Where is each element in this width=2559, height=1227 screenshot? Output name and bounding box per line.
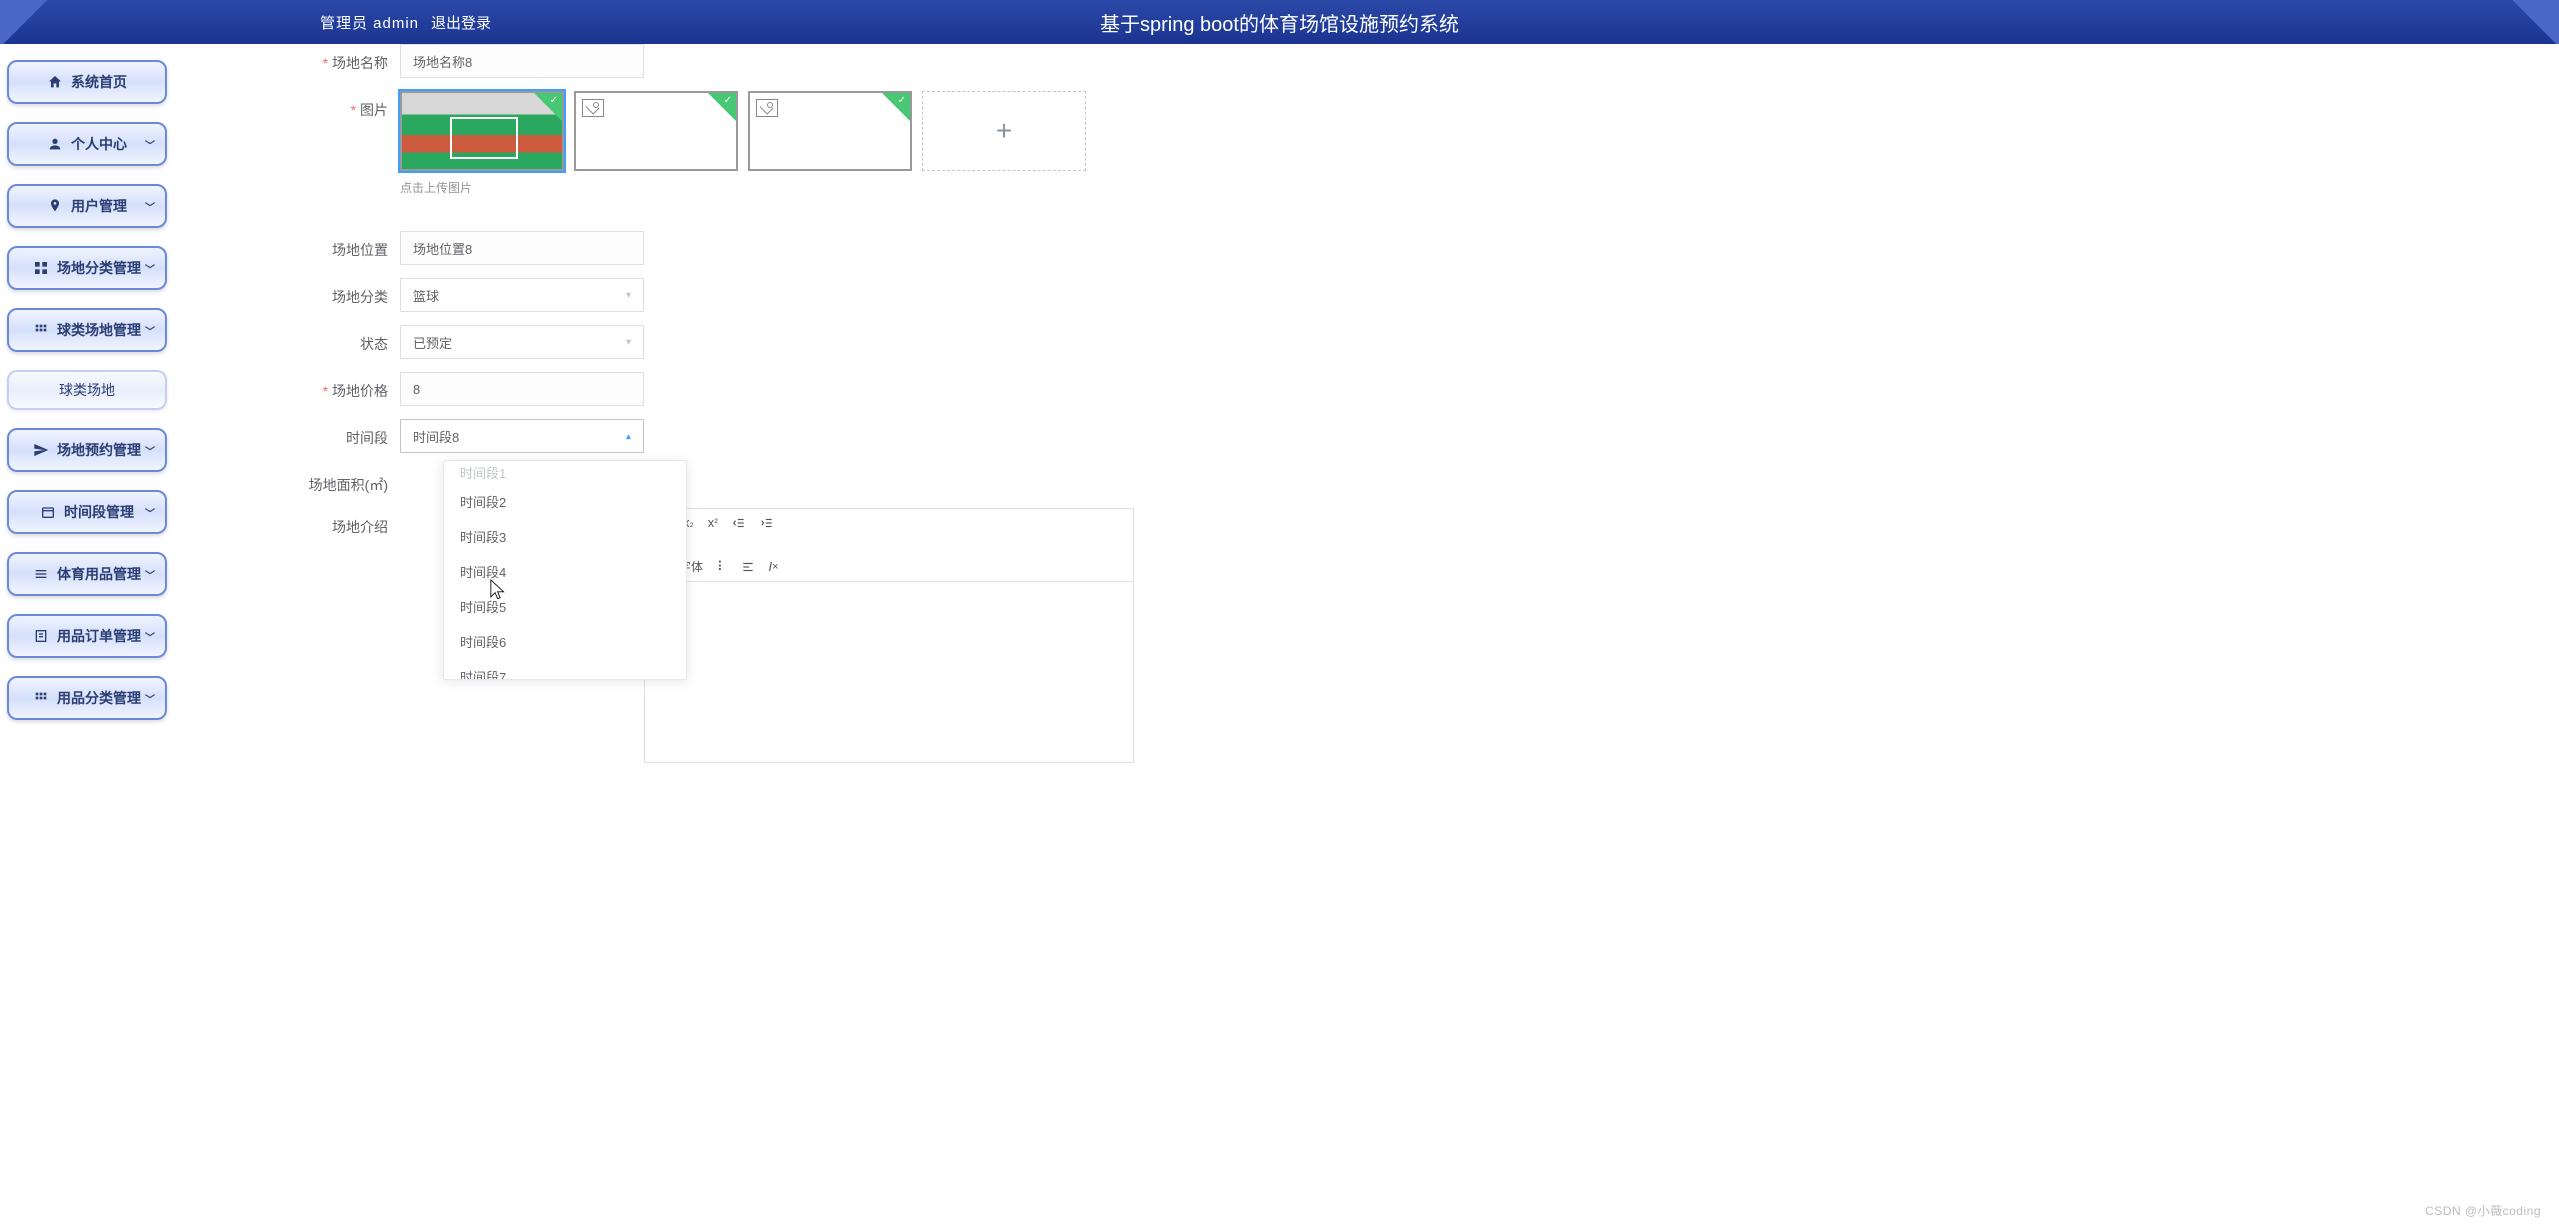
- sidebar-item-profile[interactable]: 个人中心 ﹀: [7, 122, 167, 166]
- sidebar-item-label: 体育用品管理: [57, 564, 141, 584]
- dropdown-option[interactable]: 时间段5: [444, 589, 686, 624]
- venue-price-input[interactable]: [400, 372, 644, 406]
- superscript-icon[interactable]: x²: [708, 515, 718, 530]
- timeslot-dropdown: 时间段1 时间段2 时间段3 时间段4 时间段5 时间段6 时间段7 时间段8: [443, 460, 687, 680]
- dropdown-option[interactable]: 时间段1: [444, 461, 686, 484]
- list-icon: [33, 566, 49, 582]
- chevron-down-icon: ﹀: [145, 261, 155, 276]
- sidebar: 系统首页 个人中心 ﹀ 用户管理 ﹀ 场地分类管理 ﹀ 球类场地管理 ﹀ 球类场…: [7, 60, 167, 738]
- chevron-down-icon: ﹀: [145, 691, 155, 706]
- font-size-icon[interactable]: ⠇: [717, 559, 727, 575]
- sidebar-item-label: 时间段管理: [64, 502, 134, 522]
- top-banner: 管理员 admin 退出登录 基于spring boot的体育场馆设施预约系统: [0, 0, 2559, 44]
- chevron-down-icon: ﹀: [145, 629, 155, 644]
- indent-icon[interactable]: [760, 516, 774, 530]
- send-icon: [33, 442, 49, 458]
- select-value: 篮球: [413, 286, 439, 305]
- label-category: 场地分类: [270, 278, 400, 307]
- label-status: 状态: [270, 325, 400, 354]
- label-intro: 场地介绍: [270, 508, 400, 537]
- image-thumb-3[interactable]: ✓: [748, 91, 912, 171]
- dropdown-option[interactable]: 时间段6: [444, 624, 686, 659]
- image-thumb-2[interactable]: ✓: [574, 91, 738, 171]
- watermark-text: CSDN @小薇coding: [2425, 1202, 2541, 1219]
- dropdown-option[interactable]: 时间段2: [444, 484, 686, 519]
- chevron-down-icon: ﹀: [145, 505, 155, 520]
- person-icon: [47, 136, 63, 152]
- venue-location-input[interactable]: [400, 231, 644, 265]
- chevron-down-icon: ﹀: [145, 323, 155, 338]
- rich-editor: x₂ x² 标准字体 ⠇ I×: [644, 508, 1134, 763]
- chevron-down-icon: ▾: [626, 290, 631, 301]
- sidebar-item-label: 场地分类管理: [57, 258, 141, 278]
- grid-icon: [33, 260, 49, 276]
- upload-hint: 点击上传图片: [400, 179, 1086, 196]
- chevron-down-icon: ﹀: [145, 443, 155, 458]
- sidebar-item-timeslot[interactable]: 时间段管理 ﹀: [7, 490, 167, 534]
- sidebar-item-ball-venue[interactable]: 球类场地管理 ﹀: [7, 308, 167, 352]
- sidebar-item-label: 用品订单管理: [57, 626, 141, 646]
- label-area: 场地面积(㎡): [270, 466, 400, 495]
- status-select[interactable]: 已预定 ▾: [400, 325, 644, 359]
- outdent-icon[interactable]: [732, 516, 746, 530]
- sidebar-item-orders[interactable]: 用品订单管理 ﹀: [7, 614, 167, 658]
- editor-toolbar: x₂ x² 标准字体 ⠇ I×: [645, 509, 1133, 582]
- image-thumb-1[interactable]: ✓: [400, 91, 564, 171]
- label-timeslot: 时间段: [270, 419, 400, 448]
- sidebar-item-label: 球类场地: [59, 380, 115, 400]
- sidebar-item-label: 个人中心: [71, 134, 127, 154]
- home-icon: [47, 74, 63, 90]
- sidebar-sub-ball-venue[interactable]: 球类场地: [7, 370, 167, 410]
- chevron-down-icon: ▾: [626, 337, 631, 348]
- sidebar-item-users[interactable]: 用户管理 ﹀: [7, 184, 167, 228]
- check-icon: ✓: [898, 95, 906, 106]
- dropdown-option[interactable]: 时间段4: [444, 554, 686, 589]
- sidebar-item-home[interactable]: 系统首页: [7, 60, 167, 104]
- logout-link[interactable]: 退出登录: [431, 12, 491, 33]
- chevron-down-icon: ﹀: [145, 199, 155, 214]
- select-value: 时间段8: [413, 427, 459, 446]
- sidebar-item-label: 系统首页: [71, 72, 127, 92]
- label-image: 图片: [270, 91, 400, 120]
- timeslot-select[interactable]: 时间段8 ▾: [400, 419, 644, 453]
- dropdown-option[interactable]: 时间段7: [444, 659, 686, 680]
- sidebar-item-label: 用户管理: [71, 196, 127, 216]
- plus-icon: +: [996, 115, 1012, 147]
- chevron-down-icon: ﹀: [145, 137, 155, 152]
- dropdown-option[interactable]: 时间段3: [444, 519, 686, 554]
- apps-icon: [33, 690, 49, 706]
- align-icon[interactable]: [741, 560, 755, 574]
- admin-label: 管理员 admin: [320, 12, 419, 33]
- image-upload-button[interactable]: +: [922, 91, 1086, 171]
- sidebar-item-label: 场地预约管理: [57, 440, 141, 460]
- doc-icon: [33, 628, 49, 644]
- sidebar-item-label: 球类场地管理: [57, 320, 141, 340]
- sidebar-item-goods-cat[interactable]: 用品分类管理 ﹀: [7, 676, 167, 720]
- sidebar-item-label: 用品分类管理: [57, 688, 141, 708]
- label-price: 场地价格: [270, 372, 400, 401]
- chevron-down-icon: ﹀: [145, 567, 155, 582]
- broken-image-icon: [756, 99, 778, 117]
- label-name: 场地名称: [270, 44, 400, 73]
- sidebar-item-venue-cat[interactable]: 场地分类管理 ﹀: [7, 246, 167, 290]
- broken-image-icon: [582, 99, 604, 117]
- select-value: 已预定: [413, 333, 452, 352]
- pin-icon: [47, 198, 63, 214]
- venue-name-input[interactable]: [400, 44, 644, 78]
- category-select[interactable]: 篮球 ▾: [400, 278, 644, 312]
- editor-body[interactable]: [645, 582, 1133, 762]
- sidebar-item-reserve[interactable]: 场地预约管理 ﹀: [7, 428, 167, 472]
- chevron-up-icon: ▾: [626, 431, 631, 442]
- check-icon: ✓: [724, 95, 732, 106]
- clock-icon: [40, 504, 56, 520]
- check-icon: ✓: [550, 95, 558, 106]
- apps-icon: [33, 322, 49, 338]
- clear-format-icon[interactable]: I×: [769, 559, 779, 574]
- label-location: 场地位置: [270, 231, 400, 260]
- sidebar-item-goods[interactable]: 体育用品管理 ﹀: [7, 552, 167, 596]
